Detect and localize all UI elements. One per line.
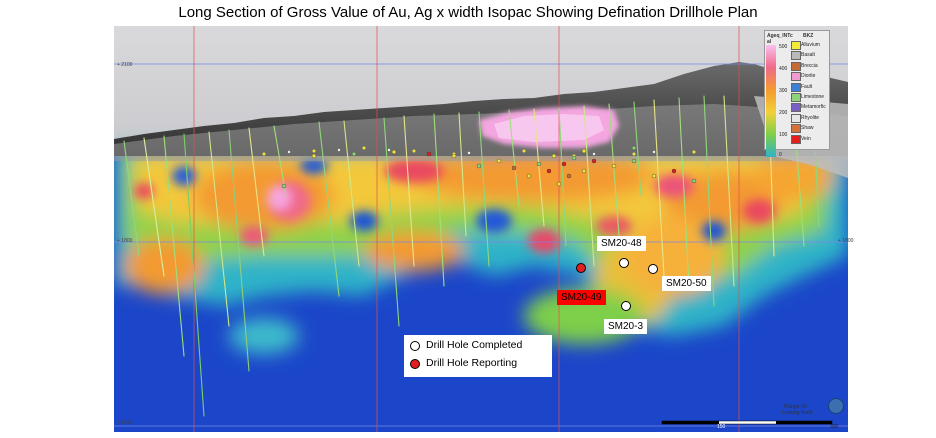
page-title: Long Section of Gross Value of Au, Ag x … — [178, 4, 758, 21]
reporting-key-label: Drill Hole Reporting — [426, 357, 518, 369]
elevation-label-mid-right: + 1800 — [838, 238, 854, 244]
lithology-swatch-limestone — [791, 93, 801, 102]
scale-tick-0: 0 — [779, 152, 782, 158]
elevation-label-top: + 2100 — [117, 62, 133, 68]
value-color-ramp — [766, 45, 776, 157]
completed-key-label: Drill Hole Completed — [426, 339, 523, 351]
lithology-label-metamorfic: Metamorfic — [801, 104, 826, 111]
scale-tick-100: 100 — [779, 132, 788, 138]
lithology-swatch-rhyolite — [791, 113, 801, 123]
scale-label-150: 150 — [717, 424, 726, 430]
scale-label-300: 300 — [830, 424, 839, 430]
elevation-label-bottom: + 1500 — [117, 420, 133, 426]
lithology-swatch-vein — [791, 134, 801, 144]
hole-label-sm20-48: SM20-48 — [597, 236, 646, 251]
lithology-swatch-breccia — [791, 61, 801, 71]
lithology-swatch-metamorfic — [791, 103, 801, 113]
drill-hole-key: Drill Hole Completed Drill Hole Reportin… — [404, 335, 552, 377]
lithology-swatch-diorite — [791, 72, 801, 82]
lithology-swatch-basalt — [791, 51, 801, 61]
lithology-swatch-shaw — [791, 124, 801, 134]
hole-marker-sm20-49[interactable] — [576, 263, 586, 273]
completed-key-icon — [410, 341, 420, 351]
hole-marker-sm20-3[interactable] — [621, 301, 631, 311]
lithology-label-fault: Fault — [801, 83, 813, 90]
lithology-label-limestone: Limestone — [801, 94, 825, 100]
looking-label: Looking North — [782, 410, 814, 416]
lithology-label-rhyolite: Rhyolite — [801, 114, 820, 121]
scale-tick-200: 200 — [779, 110, 788, 116]
lithology-label-breccia: Breccia — [801, 62, 818, 69]
scale-tick-300: 300 — [779, 88, 788, 94]
hole-label-sm20-49: SM20-49 — [557, 290, 606, 305]
hole-label-sm20-50: SM20-50 — [662, 276, 711, 291]
lithology-swatch-alluvium — [791, 41, 801, 50]
hole-marker-sm20-48[interactable] — [619, 258, 629, 268]
lithology-title: BKZ — [803, 33, 814, 39]
lithology-label-diorite: Diorite — [801, 73, 816, 80]
scale-tick-400: 400 — [779, 66, 788, 72]
hole-marker-sm20-50[interactable] — [648, 264, 658, 274]
scale-bar — [661, 420, 833, 425]
reporting-key-icon — [410, 359, 420, 369]
hole-label-sm20-3: SM20-3 — [604, 319, 648, 334]
lithology-label-vein: Vein — [801, 135, 811, 142]
scale-tick-500: 500 — [779, 44, 788, 50]
lithology-label-shaw: Shaw — [801, 125, 814, 132]
compass-icon[interactable] — [828, 398, 844, 414]
lithology-swatch-fault — [791, 82, 801, 92]
lithology-label-basalt: Basalt — [801, 52, 815, 59]
elevation-label-mid: + 1800 — [117, 238, 133, 244]
lithology-label-alluvium: Alluvium — [801, 42, 820, 48]
